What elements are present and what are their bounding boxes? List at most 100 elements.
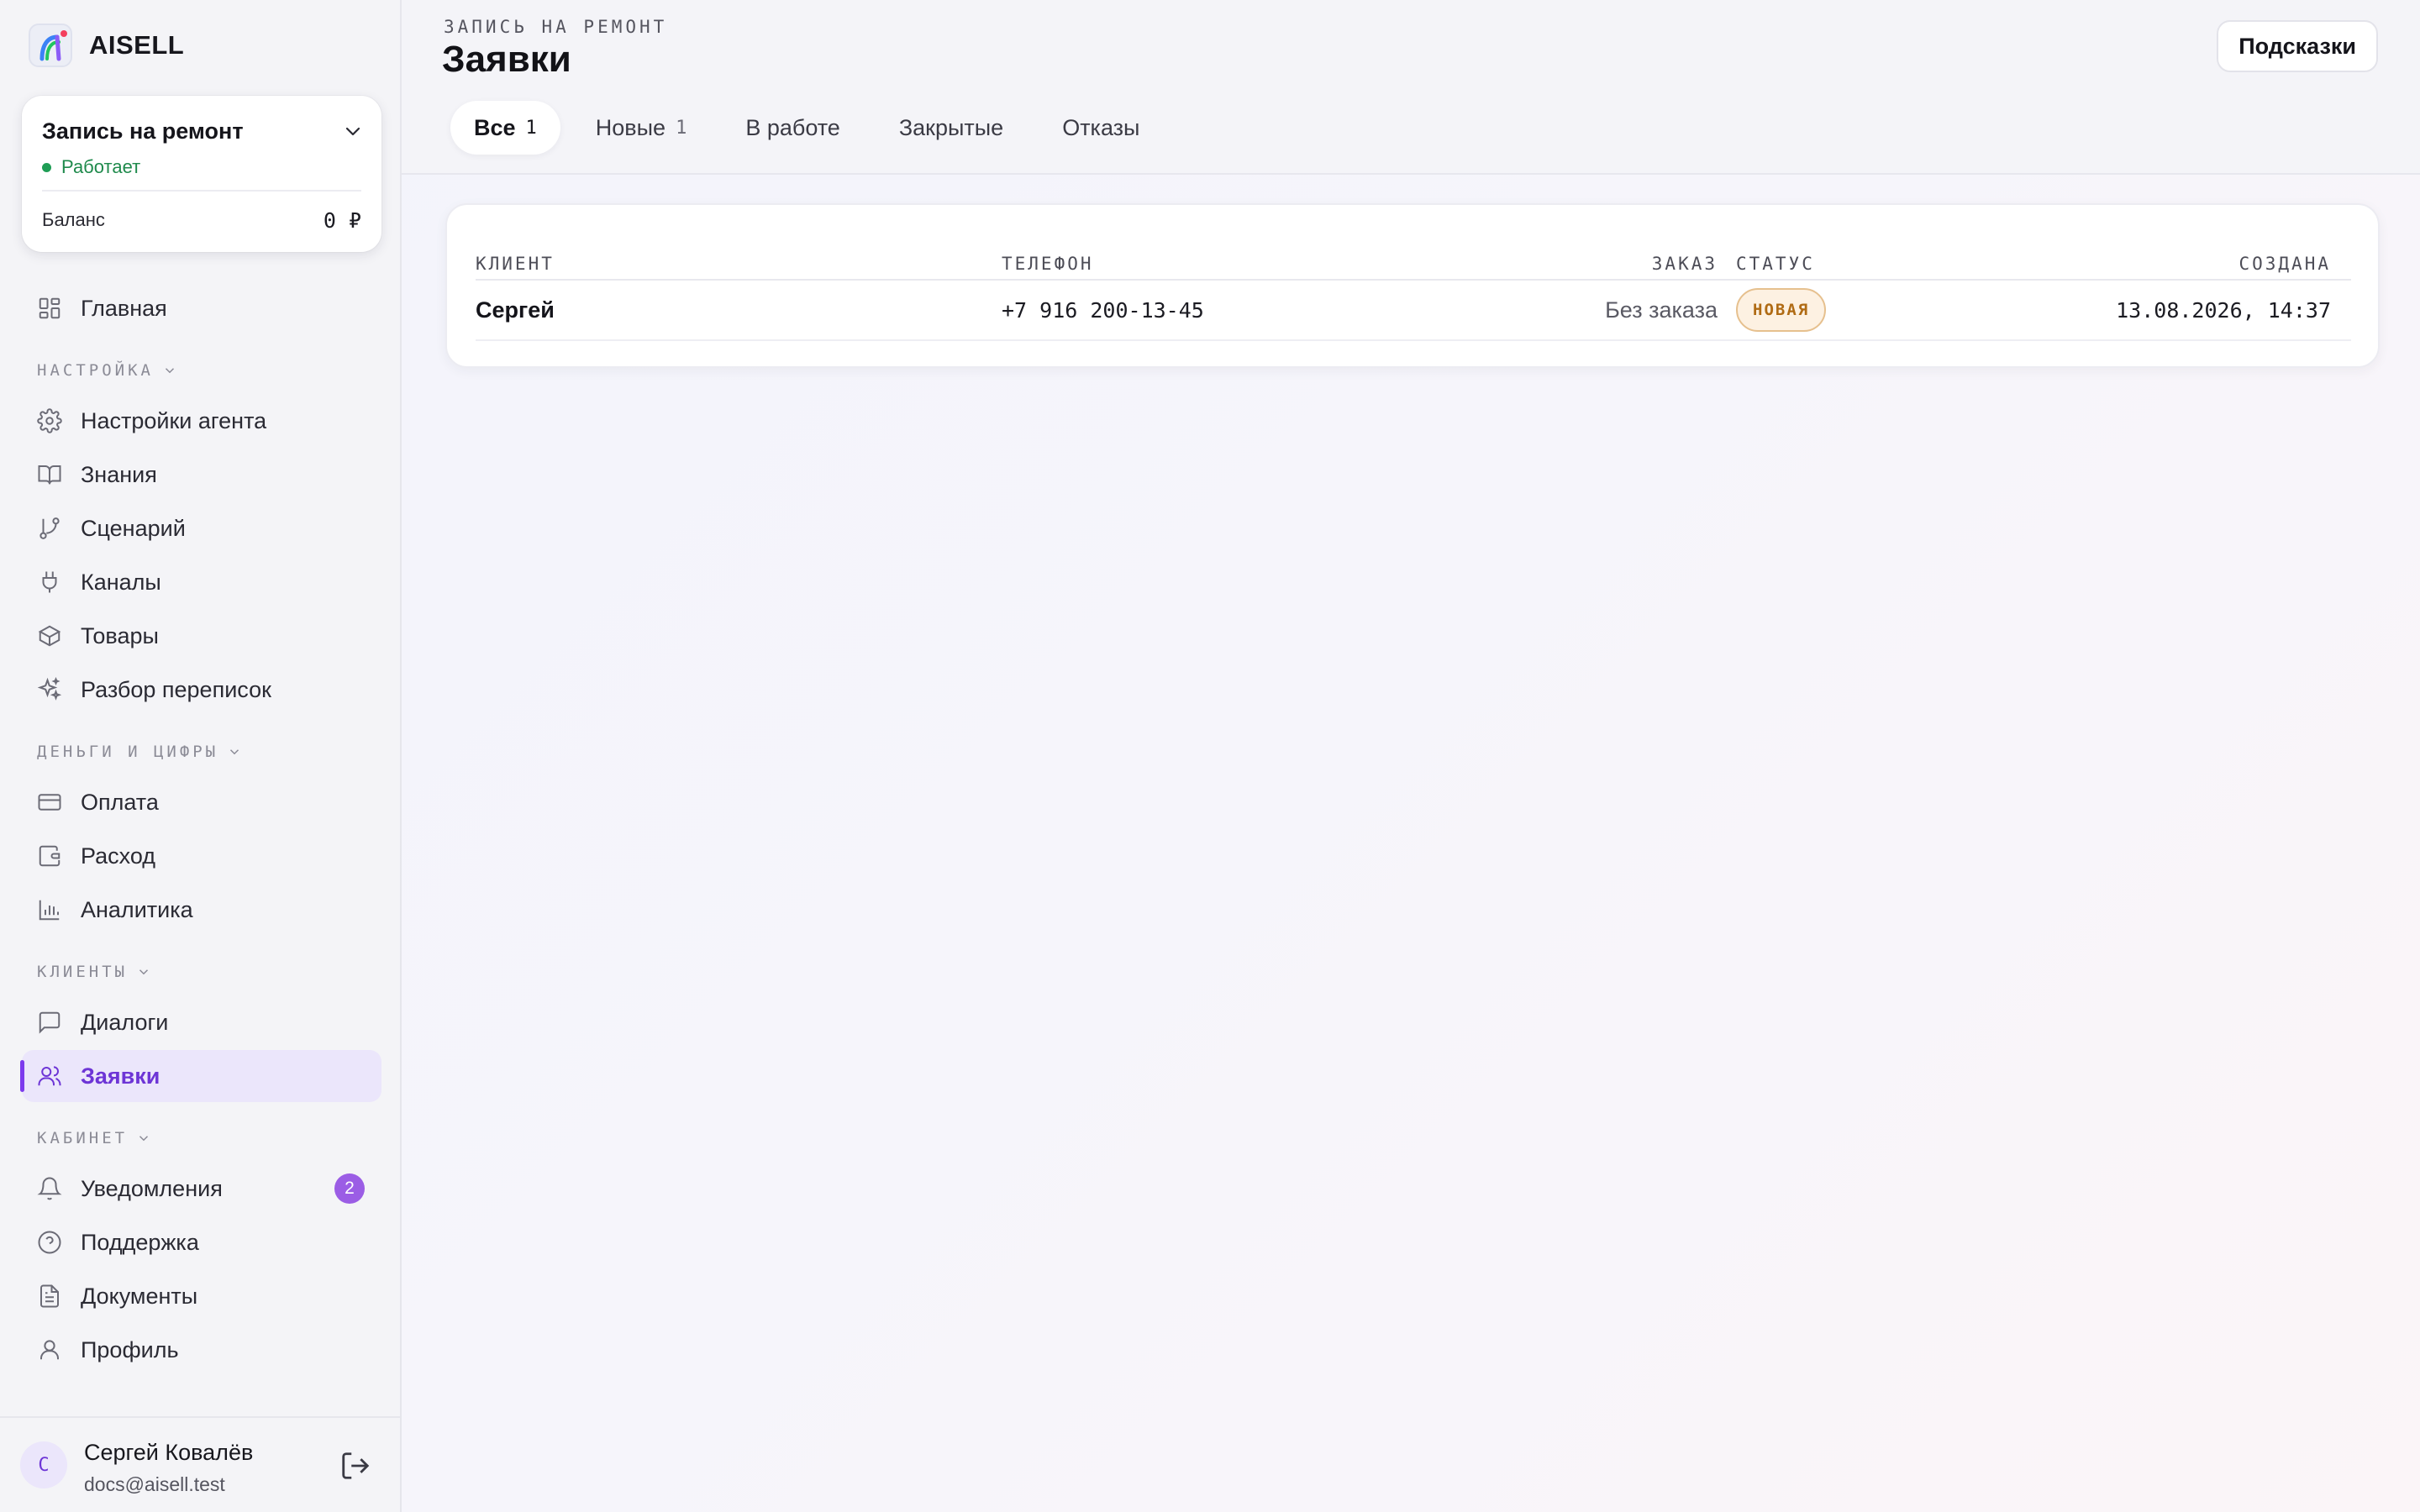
chevron-down-icon (139, 969, 149, 975)
column-header-phone[interactable]: ТЕЛЕФОН (1002, 254, 1094, 274)
page-header: ЗАПИСЬ НА РЕМОНТ Заявки Подсказки Все 1 … (402, 0, 2420, 175)
bell-icon (37, 1177, 62, 1200)
sidebar-item-products[interactable]: Товары (22, 610, 381, 662)
divider (42, 190, 361, 192)
sidebar-item-agent-settings[interactable]: Настройки агента (22, 395, 381, 447)
agent-selector[interactable]: Запись на ремонт (42, 114, 363, 148)
sidebar-item-label: Главная (81, 295, 167, 321)
sidebar-item-channels[interactable]: Каналы (22, 556, 381, 608)
section-clients[interactable]: КЛИЕНТЫ (37, 963, 151, 981)
cell-status: НОВАЯ (1736, 281, 1827, 339)
section-money[interactable]: ДЕНЬГИ И ЦИФРЫ (37, 743, 242, 761)
brand[interactable]: AISELL (29, 24, 184, 67)
breadcrumb[interactable]: ЗАПИСЬ НА РЕМОНТ (444, 17, 667, 37)
agent-card: Запись на ремонт Работает Баланс 0 ₽ (22, 96, 381, 252)
file-text-icon (40, 1284, 59, 1308)
sidebar-item-label: Расход (81, 843, 156, 869)
sidebar-item-expense[interactable]: Расход (22, 830, 381, 882)
column-header-status[interactable]: СТАТУС (1736, 254, 1815, 274)
status-dot-icon (42, 162, 51, 172)
sidebar-item-profile[interactable]: Профиль (22, 1324, 381, 1376)
requests-table: КЛИЕНТ ТЕЛЕФОН ЗАКАЗ СТАТУС СОЗДАНА Серг… (445, 203, 2380, 368)
sidebar-item-knowledge[interactable]: Знания (22, 449, 381, 501)
sidebar-item-label: Сценарий (81, 515, 186, 541)
balance-value: 0 ₽ (323, 207, 361, 233)
sidebar-item-label: Документы (81, 1283, 198, 1309)
user-footer: С Сергей Ковалёв docs@aisell.test (0, 1416, 400, 1512)
sidebar-item-analytics[interactable]: Аналитика (22, 884, 381, 936)
tab-closed[interactable]: Закрытые (876, 101, 1027, 155)
sidebar-item-notifications[interactable]: Уведомления 2 (22, 1163, 381, 1215)
chevron-down-icon (345, 127, 360, 136)
agent-status: Работает (42, 156, 140, 178)
section-label: КЛИЕНТЫ (37, 963, 129, 981)
column-header-created[interactable]: СОЗДАНА (2238, 254, 2331, 274)
sidebar-item-label: Диалоги (81, 1009, 169, 1035)
tab-all[interactable]: Все 1 (450, 101, 560, 155)
tab-count: 1 (676, 117, 687, 139)
user-icon (40, 1340, 59, 1360)
sidebar-item-label: Аналитика (81, 896, 193, 922)
table-row[interactable]: Сергей +7 916 200-13-45 Без заказа НОВАЯ… (447, 281, 2378, 339)
sidebar-item-label: Уведомления (81, 1175, 223, 1201)
sidebar-item-dialogs[interactable]: Диалоги (22, 996, 381, 1048)
sidebar-item-label: Разбор переписок (81, 676, 271, 702)
git-branch-icon (39, 517, 60, 539)
sidebar: AISELL Запись на ремонт Работает Баланс … (0, 0, 402, 1512)
agent-status-label: Работает (61, 156, 141, 177)
notifications-count-badge: 2 (334, 1173, 365, 1204)
sidebar-item-scenario[interactable]: Сценарий (22, 502, 381, 554)
sidebar-item-payment[interactable]: Оплата (22, 776, 381, 828)
sidebar-item-label: Знания (81, 461, 157, 487)
logout-icon[interactable] (339, 1450, 371, 1482)
cell-order: Без заказа (1605, 297, 1718, 323)
main-content: ЗАПИСЬ НА РЕМОНТ Заявки Подсказки Все 1 … (402, 0, 2420, 1512)
sidebar-item-requests[interactable]: Заявки (20, 1050, 381, 1102)
agent-name: Запись на ремонт (42, 118, 244, 144)
tab-label: Все (474, 114, 516, 140)
sidebar-item-label: Оплата (81, 789, 159, 815)
tab-label: В работе (745, 114, 840, 140)
hints-button[interactable]: Подсказки (2217, 20, 2378, 72)
divider (476, 339, 2351, 341)
plug-icon (42, 571, 57, 593)
chevron-down-icon (165, 368, 174, 374)
help-circle-icon (38, 1231, 61, 1254)
book-icon (38, 465, 61, 485)
chevron-down-icon (139, 1136, 149, 1142)
tab-new[interactable]: Новые 1 (572, 101, 711, 155)
page-title: Заявки (442, 39, 571, 80)
users-icon (38, 1066, 61, 1086)
section-label: НАСТРОЙКА (37, 361, 154, 380)
tab-rejected[interactable]: Отказы (1039, 101, 1163, 155)
sparkles-icon (37, 677, 62, 701)
sidebar-item-label: Настройки агента (81, 407, 267, 433)
sidebar-item-label: Профиль (81, 1336, 179, 1362)
section-settings[interactable]: НАСТРОЙКА (37, 361, 177, 380)
balance-label: Баланс (42, 209, 105, 230)
column-header-client[interactable]: КЛИЕНТ (476, 254, 555, 274)
tab-count: 1 (525, 117, 537, 139)
tab-label: Закрытые (898, 114, 1004, 140)
tab-in-progress[interactable]: В работе (722, 101, 864, 155)
sidebar-item-label: Заявки (81, 1063, 160, 1089)
chevron-down-icon (230, 749, 239, 755)
section-cabinet[interactable]: КАБИНЕТ (37, 1129, 151, 1147)
aisell-logo-icon (29, 24, 72, 67)
sidebar-item-support[interactable]: Поддержка (22, 1216, 381, 1268)
dashboard-icon (39, 297, 60, 319)
message-square-icon (39, 1011, 60, 1034)
cell-phone: +7 916 200-13-45 (1002, 297, 1204, 323)
column-header-order[interactable]: ЗАКАЗ (1652, 254, 1718, 274)
sidebar-item-chat-review[interactable]: Разбор переписок (22, 664, 381, 716)
user-name: Сергей Ковалёв (84, 1440, 254, 1465)
user-email: docs@aisell.test (84, 1473, 225, 1495)
balance-row: Баланс 0 ₽ (42, 205, 361, 235)
sidebar-item-documents[interactable]: Документы (22, 1270, 381, 1322)
sidebar-item-label: Товары (81, 622, 159, 648)
avatar[interactable]: С (20, 1441, 67, 1488)
sidebar-item-home[interactable]: Главная (22, 282, 381, 334)
bar-chart-icon (39, 900, 60, 921)
section-label: КАБИНЕТ (37, 1129, 129, 1147)
section-label: ДЕНЬГИ И ЦИФРЫ (37, 743, 219, 761)
